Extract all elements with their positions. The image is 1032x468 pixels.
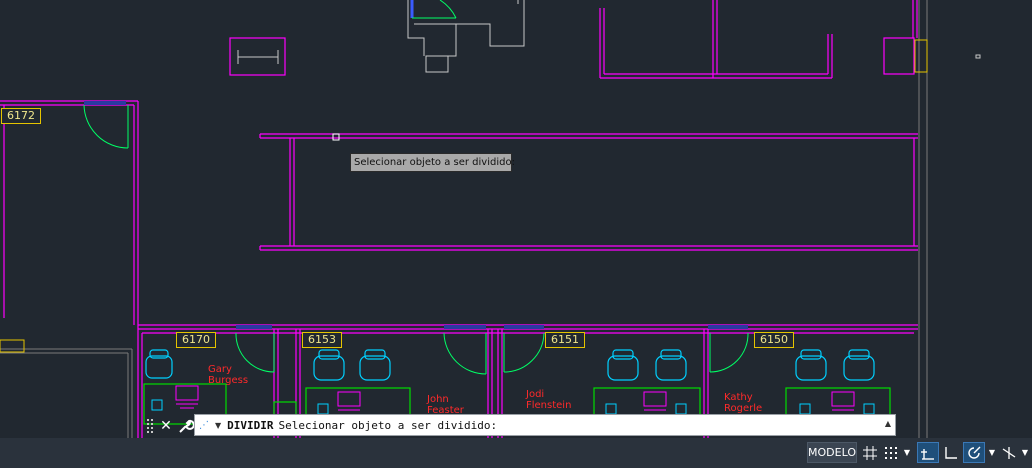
close-icon[interactable]: ✕ <box>158 418 174 434</box>
occupant-label: John Feaster <box>427 394 464 416</box>
cursor-tooltip: Selecionar objeto a ser dividido: <box>350 153 515 172</box>
occupant-last-name: Burgess <box>208 375 249 386</box>
snap-icon[interactable] <box>882 442 900 463</box>
model-tab[interactable]: MODELO <box>807 442 857 463</box>
door-top <box>410 0 457 19</box>
room-tag-6172: 6172 <box>1 108 41 124</box>
occupant-first-name: Gary <box>208 364 232 375</box>
occupant-first-name: John <box>427 394 449 405</box>
infer-constraints-icon[interactable] <box>917 442 939 463</box>
occupant-label: Jodi Flenstein <box>526 389 571 411</box>
walls <box>0 0 918 438</box>
door-6172 <box>83 101 129 149</box>
occupant-first-name: Jodi <box>526 389 545 400</box>
polar-tracking-icon[interactable] <box>963 442 985 463</box>
isometric-icon[interactable] <box>1000 442 1018 463</box>
ortho-icon[interactable] <box>941 442 961 463</box>
recent-commands-dropdown-icon[interactable]: ▼ <box>215 421 221 430</box>
phones <box>151 399 875 415</box>
fixtures <box>237 0 525 73</box>
grid-icon[interactable] <box>861 442 879 463</box>
grip-handle-icon[interactable] <box>146 418 154 434</box>
command-prompt: Selecionar objeto a ser dividido: <box>278 418 498 432</box>
room-tag-6151: 6151 <box>545 332 585 348</box>
occupant-last-name: Rogerle <box>724 403 763 414</box>
occupant-first-name: Kathy <box>724 392 753 403</box>
wrench-icon[interactable] <box>176 418 194 434</box>
command-prompt-icon: ⋰ <box>199 419 209 431</box>
small-marker <box>975 54 981 59</box>
command-input[interactable]: ⋰ ▼ DIVIDIR Selecionar objeto a ser divi… <box>194 414 896 436</box>
room-tag-6170: 6170 <box>176 332 216 348</box>
chairs <box>145 349 875 381</box>
building-outline <box>0 0 928 438</box>
snap-dropdown-icon[interactable]: ▼ <box>901 442 913 463</box>
room-tag-6150: 6150 <box>754 332 794 348</box>
isometric-dropdown-icon[interactable]: ▼ <box>1019 442 1031 463</box>
column-marker-bottom <box>0 339 25 353</box>
occupant-label: Kathy Rogerle <box>724 392 762 414</box>
occupant-label: Gary Burgess <box>208 364 248 386</box>
selection-grip[interactable] <box>332 133 340 141</box>
column-marker <box>914 39 928 73</box>
room-tag-6153: 6153 <box>302 332 342 348</box>
command-line-bar: ✕ ⋰ ▼ DIVIDIR Selecionar objeto a ser di… <box>144 414 896 438</box>
occupant-last-name: Flenstein <box>526 400 572 411</box>
polar-dropdown-icon[interactable]: ▼ <box>986 442 998 463</box>
command-history-up-icon[interactable]: ▲ <box>885 419 891 428</box>
command-name: DIVIDIR <box>227 418 274 432</box>
drawing-canvas[interactable] <box>0 0 1032 438</box>
